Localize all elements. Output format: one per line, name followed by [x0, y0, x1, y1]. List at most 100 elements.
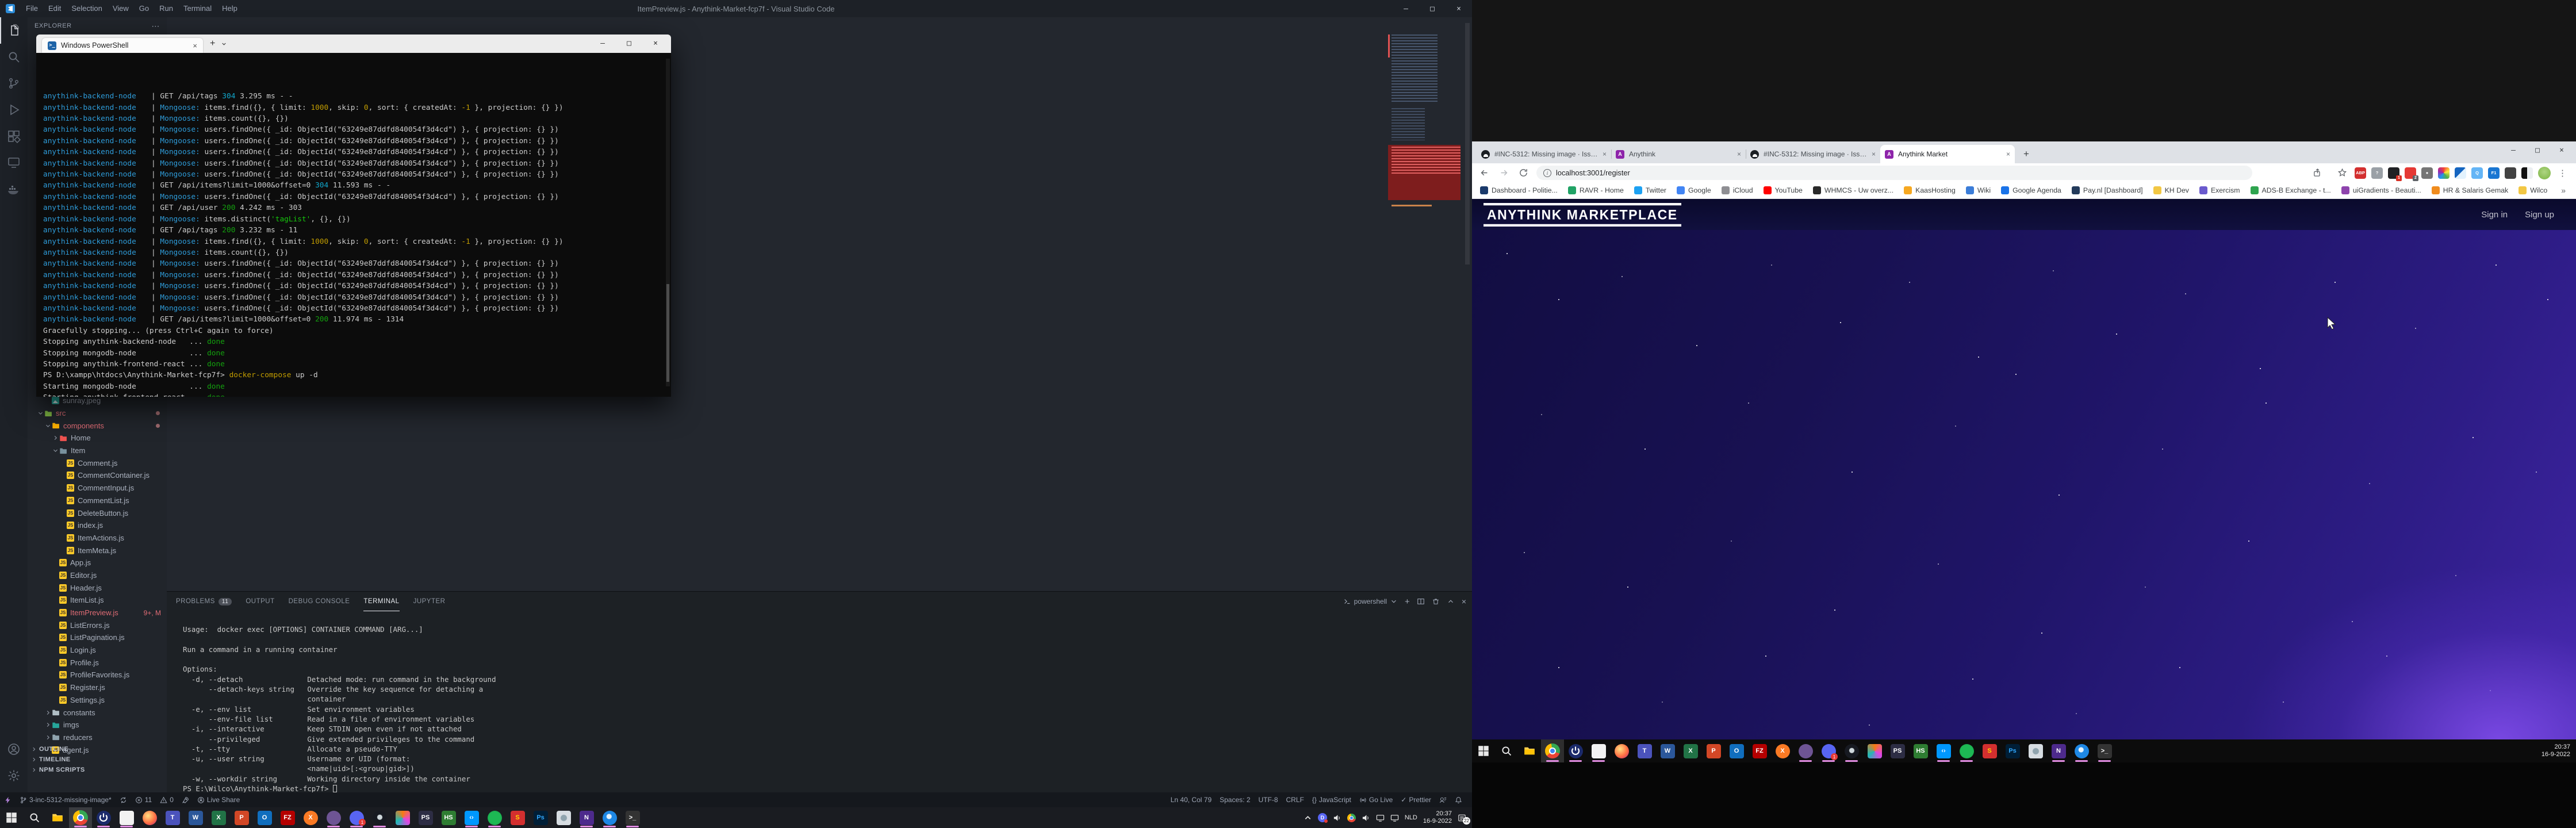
profile-avatar[interactable]: [2538, 167, 2551, 179]
explorer-icon[interactable]: [0, 17, 28, 44]
tree-item-src[interactable]: src: [28, 407, 167, 420]
taskbar-file-explorer[interactable]: [46, 807, 69, 828]
back-icon[interactable]: [1477, 166, 1492, 181]
tab-dropdown-icon[interactable]: [221, 41, 227, 47]
extensions-icon[interactable]: [0, 123, 28, 150]
menu-file[interactable]: File: [21, 0, 43, 17]
language-indicator[interactable]: NLD: [1405, 814, 1417, 821]
section-outline[interactable]: OUTLINE: [28, 744, 167, 754]
bookmark-google[interactable]: Google: [1677, 186, 1711, 194]
notifications-bell-icon[interactable]: [1451, 792, 1466, 807]
taskbar-teams[interactable]: T: [1633, 739, 1656, 762]
taskbar-search[interactable]: [23, 807, 46, 828]
taskbar-power-app[interactable]: [92, 807, 115, 828]
taskbar-jetbrains-toolbox[interactable]: [1863, 739, 1886, 762]
tree-item-DeleteButton.js[interactable]: JSDeleteButton.js: [28, 507, 167, 519]
minimize-icon[interactable]: –: [589, 34, 616, 52]
live-share[interactable]: Live Share: [193, 792, 244, 807]
bookmark-hr-salaris-gemak[interactable]: HR & Salaris Gemak: [2432, 186, 2508, 194]
taskbar-phpstorm[interactable]: PS: [414, 807, 437, 828]
taskbar-steam[interactable]: [1840, 739, 1863, 762]
new-terminal-icon[interactable]: +: [1405, 597, 1410, 607]
nav-link-sign-in[interactable]: Sign in: [2481, 210, 2508, 220]
panel-tab-problems[interactable]: PROBLEMS11: [176, 592, 232, 611]
bookmark-uigradients-beauti-[interactable]: uiGradients - Beauti...: [2341, 186, 2421, 194]
indentation[interactable]: Spaces: 2: [1216, 792, 1254, 807]
editor-scrollbar[interactable]: [1464, 17, 1471, 591]
close-tab-icon[interactable]: ×: [193, 41, 197, 50]
adblock-plus-icon[interactable]: ABP: [2355, 167, 2366, 179]
taskbar-word[interactable]: W: [184, 807, 207, 828]
tree-item-Header.js[interactable]: JSHeader.js: [28, 581, 167, 594]
taskbar-vscode[interactable]: ‹›: [1932, 739, 1955, 762]
tree-item-ItemActions.js[interactable]: JSItemActions.js: [28, 532, 167, 545]
menu-help[interactable]: Help: [217, 0, 243, 17]
remote-explorer-icon[interactable]: [0, 150, 28, 176]
reload-icon[interactable]: [1516, 166, 1531, 181]
sync-changes[interactable]: [116, 792, 131, 807]
new-tab-icon[interactable]: +: [2018, 146, 2034, 162]
bookmark-twitter[interactable]: Twitter: [1634, 186, 1666, 194]
section-timeline[interactable]: TIMELINE: [28, 754, 167, 765]
close-tab-icon[interactable]: ×: [1603, 150, 1607, 158]
bookmarks-overflow-icon[interactable]: »: [2561, 186, 2566, 195]
docker-icon[interactable]: [0, 176, 28, 202]
taskbar-firefox[interactable]: [1610, 739, 1633, 762]
panel-tab-output[interactable]: OUTPUT: [246, 592, 274, 611]
taskbar-outlook[interactable]: O: [253, 807, 276, 828]
tree-item-reducers[interactable]: reducers: [28, 731, 167, 744]
taskbar-paint-app[interactable]: [552, 807, 575, 828]
taskbar-github-desktop[interactable]: [1794, 739, 1817, 762]
f1-ext-icon[interactable]: F1: [2488, 167, 2500, 179]
terminal-shell-picker[interactable]: powershell: [1343, 597, 1398, 605]
minimize-icon[interactable]: –: [2501, 141, 2525, 159]
taskbar-chat-app[interactable]: 1: [1817, 739, 1840, 762]
new-tab-icon[interactable]: +: [210, 39, 215, 49]
taskbar-outlook[interactable]: O: [1725, 739, 1748, 762]
bookmark-pay-nl-dashboard-[interactable]: Pay.nl [Dashboard]: [2072, 186, 2143, 194]
taskbar-file-explorer[interactable]: [1518, 739, 1541, 762]
clock[interactable]: 20:3716-9-2022: [1423, 810, 1452, 825]
site-info-icon[interactable]: i: [1543, 169, 1551, 177]
tree-item-Item[interactable]: Item: [28, 444, 167, 457]
tree-item-Profile.js[interactable]: JSProfile.js: [28, 656, 167, 669]
display-icon[interactable]: [1390, 814, 1399, 822]
taskbar-s-shield-app[interactable]: S: [1978, 739, 2001, 762]
section-npm-scripts[interactable]: NPM SCRIPTS: [28, 765, 167, 775]
minimize-icon[interactable]: –: [1393, 0, 1419, 17]
problems-warnings[interactable]: 0: [156, 792, 178, 807]
browser-tab-inactive[interactable]: #INC-5312: Missing image · Issue×: [1746, 145, 1880, 163]
git-branch[interactable]: 3-inc-5312-missing-image*: [16, 792, 116, 807]
tree-item-imgs[interactable]: imgs: [28, 719, 167, 731]
taskbar-powerpoint[interactable]: P: [230, 807, 253, 828]
maximize-icon[interactable]: □: [616, 34, 642, 52]
panel-ext-icon[interactable]: [2521, 167, 2533, 179]
feedback-icon[interactable]: [1435, 792, 1451, 807]
close-tab-icon[interactable]: ×: [2006, 150, 2010, 158]
panel-tab-terminal[interactable]: TERMINAL: [363, 592, 399, 611]
tree-item-Comment.js[interactable]: JSComment.js: [28, 457, 167, 469]
bookmark-dashboard-politie-[interactable]: Dashboard - Politie...: [1480, 186, 1558, 194]
share-icon[interactable]: [2310, 166, 2325, 181]
launch-indicator[interactable]: [178, 792, 193, 807]
volume-icon[interactable]: [1333, 814, 1341, 822]
menu-edit[interactable]: Edit: [43, 0, 66, 17]
tree-item-ItemMeta.js[interactable]: JSItemMeta.js: [28, 544, 167, 557]
taskbar-powerpoint[interactable]: P: [1702, 739, 1725, 762]
explorer-more-icon[interactable]: ⋯: [151, 21, 160, 31]
problems-errors[interactable]: 11: [131, 792, 156, 807]
menu-terminal[interactable]: Terminal: [178, 0, 217, 17]
taskbar-search[interactable]: [1495, 739, 1518, 762]
taskbar-spotify[interactable]: [483, 807, 506, 828]
taskbar-screenshot-app[interactable]: [1587, 739, 1610, 762]
help-ext-icon[interactable]: ?: [2371, 167, 2383, 179]
kill-terminal-icon[interactable]: [1432, 597, 1440, 605]
dark-ext-icon[interactable]: 1: [2388, 167, 2399, 179]
bookmark-ravr-home[interactable]: RAVR - Home: [1568, 186, 1624, 194]
editor-minimap[interactable]: [1388, 32, 1463, 279]
menu-run[interactable]: Run: [154, 0, 178, 17]
taskbar-xampp[interactable]: X: [1771, 739, 1794, 762]
tree-item-ListErrors.js[interactable]: JSListErrors.js: [28, 619, 167, 631]
tree-item-CommentList.js[interactable]: JSCommentList.js: [28, 494, 167, 507]
bookmark-kh-dev[interactable]: KH Dev: [2153, 186, 2189, 194]
